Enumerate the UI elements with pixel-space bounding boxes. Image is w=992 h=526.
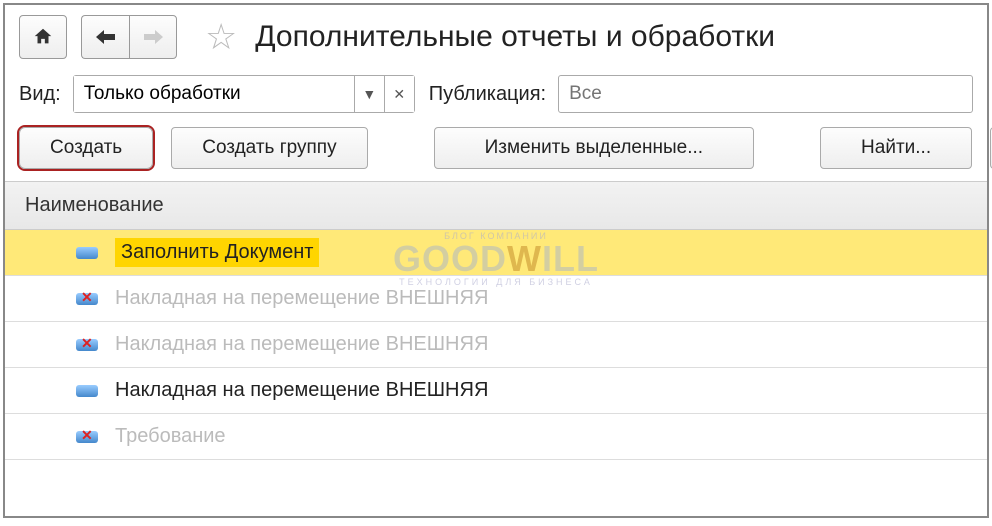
list-item[interactable]: Накладная на перемещение ВНЕШНЯЯ xyxy=(5,368,987,414)
list-item-label: Накладная на перемещение ВНЕШНЯЯ xyxy=(115,333,488,356)
processing-deleted-icon xyxy=(75,337,99,353)
list-item-label: Накладная на перемещение ВНЕШНЯЯ xyxy=(115,287,488,310)
kind-label: Вид: xyxy=(19,83,61,106)
processing-icon xyxy=(75,383,99,399)
kind-clear-button[interactable]: ✕ xyxy=(384,76,414,112)
list-item[interactable]: Требование xyxy=(5,414,987,460)
publication-label: Публикация: xyxy=(429,83,546,106)
list-item-label: Требование xyxy=(115,425,226,448)
list-item-label: Заполнить Документ xyxy=(115,238,319,267)
list: Заполнить Документ Накладная на перемещен… xyxy=(5,230,987,460)
processing-deleted-icon xyxy=(75,429,99,445)
list-item-label: Накладная на перемещение ВНЕШНЯЯ xyxy=(115,379,488,402)
arrow-left-icon xyxy=(94,28,118,46)
arrow-right-icon xyxy=(141,28,165,46)
processing-icon xyxy=(75,245,99,261)
list-header-name[interactable]: Наименование xyxy=(5,181,987,230)
list-item[interactable]: Заполнить Документ xyxy=(5,230,987,276)
home-button[interactable] xyxy=(19,15,67,59)
list-item[interactable]: Накладная на перемещение ВНЕШНЯЯ xyxy=(5,276,987,322)
close-icon: ✕ xyxy=(393,86,405,103)
forward-button[interactable] xyxy=(129,15,177,59)
home-icon xyxy=(32,26,54,48)
create-group-button[interactable]: Создать группу xyxy=(171,127,367,169)
kind-combo[interactable]: ▼ ✕ xyxy=(73,75,415,113)
chevron-down-icon: ▼ xyxy=(362,86,376,102)
kind-dropdown-button[interactable]: ▼ xyxy=(354,76,384,112)
page-title: Дополнительные отчеты и обработки xyxy=(255,20,775,54)
change-selected-button[interactable]: Изменить выделенные... xyxy=(434,127,754,169)
find-button[interactable]: Найти... xyxy=(820,127,972,169)
list-item[interactable]: Накладная на перемещение ВНЕШНЯЯ xyxy=(5,322,987,368)
kind-input[interactable] xyxy=(74,76,354,112)
create-button[interactable]: Создать xyxy=(19,127,153,169)
back-button[interactable] xyxy=(81,15,129,59)
favorite-star-icon[interactable]: ☆ xyxy=(205,16,237,58)
publication-input[interactable] xyxy=(558,75,973,113)
processing-deleted-icon xyxy=(75,291,99,307)
